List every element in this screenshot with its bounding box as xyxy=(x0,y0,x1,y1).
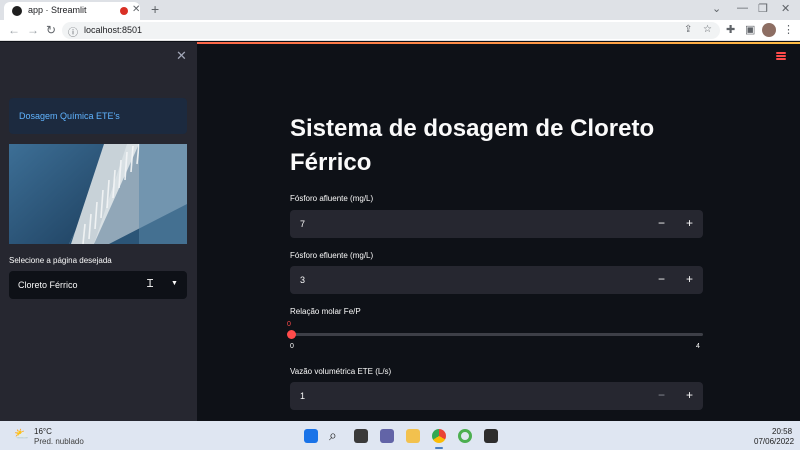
page-select[interactable]: Cloreto Férrico ▼ xyxy=(9,271,187,299)
phosphorus-in-label: Fósforo afluente (mg/L) xyxy=(290,194,374,203)
text-cursor-icon: Ɪ xyxy=(147,278,154,290)
decrement-button[interactable]: − xyxy=(658,216,665,230)
chevron-down-icon[interactable]: ▼ xyxy=(171,280,178,287)
app-menu-icon[interactable] xyxy=(776,52,786,60)
slider-thumb[interactable] xyxy=(287,330,296,339)
tab-close-icon[interactable]: ✕ xyxy=(132,4,140,15)
sidebar-info-box: Dosagem Química ETE's xyxy=(9,98,187,134)
partly-cloudy-icon[interactable]: ⛅ xyxy=(14,427,29,441)
bookmark-star-icon[interactable]: ☆ xyxy=(703,24,712,35)
molar-ratio-slider[interactable] xyxy=(290,333,703,336)
browser-toolbar: ← → ↻ ⓘ localhost:8501 ⇪ ☆ ✚ ▣ ⋮ xyxy=(0,20,800,41)
increment-button[interactable]: + xyxy=(686,272,693,286)
weather-temperature: 16°C xyxy=(34,427,52,436)
active-app-indicator xyxy=(435,447,443,449)
reload-icon[interactable]: ↻ xyxy=(46,23,56,37)
windows-start-icon[interactable] xyxy=(304,429,318,443)
file-explorer-icon[interactable] xyxy=(406,429,420,443)
page-select-value: Cloreto Férrico xyxy=(18,280,78,290)
water-treatment-tank-image xyxy=(9,144,187,244)
decrement-button[interactable]: − xyxy=(658,388,665,402)
phosphorus-out-label: Fósforo efluente (mg/L) xyxy=(290,251,374,260)
flow-rate-value: 1 xyxy=(300,391,306,401)
side-panel-icon[interactable]: ▣ xyxy=(745,23,755,36)
slider-max-label: 4 xyxy=(696,343,700,350)
forward-icon[interactable]: → xyxy=(27,23,39,37)
streamlit-app: ✕ Dosagem Química ETE's Selecione a pági… xyxy=(0,42,800,421)
slider-current-value: 0 xyxy=(287,321,291,328)
chrome-icon[interactable] xyxy=(432,429,446,443)
close-window-icon[interactable]: ✕ xyxy=(781,2,790,15)
increment-button[interactable]: + xyxy=(686,216,693,230)
page-title: Sistema de dosagem de Cloreto Férrico xyxy=(290,115,655,176)
tab-search-icon[interactable]: ⌄ xyxy=(712,2,721,15)
flow-rate-label: Vazão volumétrica ETE (L/s) xyxy=(290,367,392,376)
sidebar-title: Dosagem Química ETE's xyxy=(19,111,120,121)
share-icon[interactable]: ⇪ xyxy=(684,24,692,35)
task-view-icon[interactable] xyxy=(354,429,368,443)
search-icon[interactable]: ⌕ xyxy=(329,427,343,443)
extensions-icon[interactable]: ✚ xyxy=(726,23,735,36)
recording-indicator-icon xyxy=(120,7,128,15)
weather-description: Pred. nublado xyxy=(34,437,84,446)
url-text: localhost:8501 xyxy=(84,25,143,35)
back-icon[interactable]: ← xyxy=(8,23,20,37)
profile-avatar[interactable] xyxy=(762,23,776,37)
clock-date: 07/06/2022 xyxy=(754,437,795,446)
phosphorus-out-input[interactable]: 3 − + xyxy=(290,266,703,294)
site-info-icon[interactable]: ⓘ xyxy=(68,24,78,39)
chrome-menu-icon[interactable]: ⋮ xyxy=(783,23,794,36)
new-tab-button[interactable]: + xyxy=(151,1,159,17)
increment-button[interactable]: + xyxy=(686,388,693,402)
streamlit-favicon-icon xyxy=(12,6,22,16)
taskbar: ⛅ 16°C Pred. nublado ⌕ 20:58 07/06/2022 xyxy=(0,421,800,450)
sidebar: ✕ Dosagem Química ETE's Selecione a pági… xyxy=(0,42,197,421)
teams-chat-icon[interactable] xyxy=(380,429,394,443)
molar-ratio-label: Relação molar Fe/P xyxy=(290,307,361,316)
browser-tab[interactable]: app · Streamlit ✕ xyxy=(4,2,140,20)
decrement-button[interactable]: − xyxy=(658,272,665,286)
address-bar[interactable]: ⓘ localhost:8501 ⇪ ☆ xyxy=(62,22,720,39)
tab-title: app · Streamlit xyxy=(28,5,87,15)
terminal-icon[interactable] xyxy=(484,429,498,443)
phosphorus-in-input[interactable]: 7 − + xyxy=(290,210,703,238)
slider-min-label: 0 xyxy=(290,343,294,350)
phosphorus-out-value: 3 xyxy=(300,275,306,285)
minimize-icon[interactable]: — xyxy=(737,2,748,14)
clock-time: 20:58 xyxy=(772,427,793,436)
restore-icon[interactable]: ❐ xyxy=(758,2,768,15)
page-select-label: Selecione a página desejada xyxy=(9,256,112,265)
browser-tab-bar: app · Streamlit ✕ + ⌄ — ❐ ✕ xyxy=(0,0,800,20)
app-icon[interactable] xyxy=(458,429,472,443)
phosphorus-in-value: 7 xyxy=(300,219,306,229)
flow-rate-input[interactable]: 1 − + xyxy=(290,382,703,410)
sidebar-close-icon[interactable]: ✕ xyxy=(176,48,187,64)
